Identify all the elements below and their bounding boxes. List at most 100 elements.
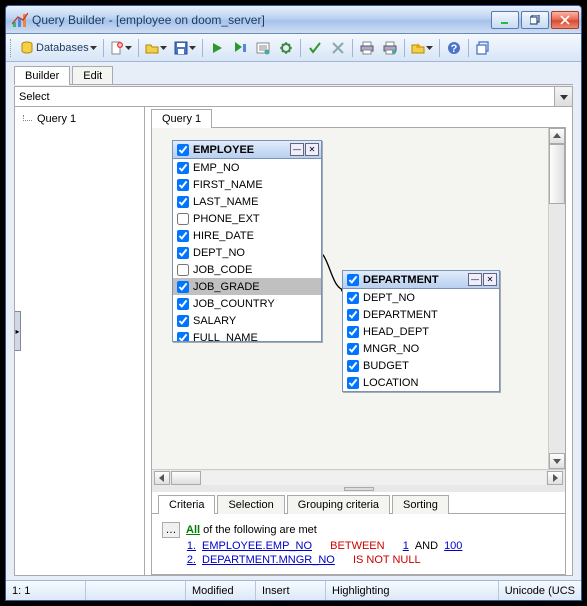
field-checkbox[interactable] — [177, 264, 189, 276]
field-row[interactable]: EMP_NO — [173, 159, 321, 176]
criteria-value[interactable]: 1 — [403, 540, 409, 552]
field-label: JOB_GRADE — [193, 281, 260, 293]
close-button[interactable] — [551, 11, 579, 29]
cancel-icon[interactable] — [327, 37, 349, 59]
new-button[interactable] — [107, 37, 135, 59]
criteria-field-link[interactable]: DEPARTMENT.MNGR_NO — [202, 554, 335, 566]
field-row[interactable]: FIRST_NAME — [173, 176, 321, 193]
tab-grouping[interactable]: Grouping criteria — [287, 495, 390, 514]
field-checkbox[interactable] — [177, 213, 189, 225]
field-checkbox[interactable] — [347, 377, 359, 389]
scroll-down-icon[interactable] — [549, 453, 565, 469]
table-header[interactable]: EMPLOYEE — ✕ — [173, 141, 321, 159]
table-employee[interactable]: EMPLOYEE — ✕ EMP_NO FIRST_NAME LAST_NAME PH… — [172, 140, 322, 342]
table-close-icon[interactable]: ✕ — [305, 143, 319, 156]
table-checkall[interactable] — [177, 144, 189, 156]
field-checkbox[interactable] — [347, 326, 359, 338]
field-checkbox[interactable] — [177, 162, 189, 174]
field-label: MNGR_NO — [363, 343, 419, 355]
favorites-button[interactable] — [408, 37, 436, 59]
table-close-icon[interactable]: ✕ — [483, 273, 497, 286]
tab-edit[interactable]: Edit — [72, 66, 113, 85]
field-row[interactable]: LAST_NAME — [173, 193, 321, 210]
field-row[interactable]: FULL_NAME — [173, 329, 321, 341]
gear-icon[interactable] — [275, 37, 297, 59]
side-expander[interactable]: ▸ — [15, 311, 21, 351]
field-checkbox[interactable] — [177, 315, 189, 327]
toolbar-grip[interactable] — [10, 39, 14, 57]
tab-selection[interactable]: Selection — [217, 495, 284, 514]
criteria-field-link[interactable]: EMPLOYEE.EMP_NO — [202, 540, 312, 552]
criteria-index[interactable]: 2. — [182, 554, 196, 566]
toolbar: Databases ? — [6, 34, 581, 62]
criteria-index[interactable]: 1. — [182, 540, 196, 552]
help-button[interactable]: ? — [443, 37, 465, 59]
criteria-value[interactable]: 100 — [444, 540, 462, 552]
field-label: FIRST_NAME — [193, 179, 263, 191]
field-checkbox[interactable] — [347, 292, 359, 304]
run2-button[interactable] — [229, 37, 251, 59]
inner-tab-query1[interactable]: Query 1 — [151, 109, 212, 128]
field-label: DEPT_NO — [193, 247, 245, 259]
field-row[interactable]: DEPT_NO — [343, 289, 499, 306]
table-min-icon[interactable]: — — [290, 143, 304, 156]
scroll-up-icon[interactable] — [549, 128, 565, 144]
print-button[interactable] — [356, 37, 378, 59]
field-row[interactable]: MNGR_NO — [343, 340, 499, 357]
tab-builder[interactable]: Builder — [14, 66, 70, 85]
criteria-operator[interactable]: IS NOT NULL — [353, 554, 421, 566]
diagram-canvas[interactable]: EMPLOYEE — ✕ EMP_NO FIRST_NAME LAST_NAME PH… — [152, 128, 565, 469]
plan-button[interactable] — [252, 37, 274, 59]
check-icon[interactable] — [304, 37, 326, 59]
field-checkbox[interactable] — [177, 298, 189, 310]
field-checkbox[interactable] — [177, 230, 189, 242]
table-min-icon[interactable]: — — [468, 273, 482, 286]
field-row[interactable]: HIRE_DATE — [173, 227, 321, 244]
field-label: LAST_NAME — [193, 196, 258, 208]
criteria-all-link[interactable]: All — [186, 524, 200, 536]
select-bar[interactable]: Select — [15, 87, 572, 107]
field-checkbox[interactable] — [177, 332, 189, 342]
horizontal-scrollbar[interactable] — [152, 469, 565, 486]
field-checkbox[interactable] — [177, 247, 189, 259]
scroll-left-icon[interactable] — [154, 471, 170, 485]
print2-button[interactable] — [379, 37, 401, 59]
scroll-thumb[interactable] — [549, 144, 565, 204]
field-row[interactable]: HEAD_DEPT — [343, 323, 499, 340]
table-checkall[interactable] — [347, 274, 359, 286]
open-button[interactable] — [142, 37, 170, 59]
save-button[interactable] — [171, 37, 199, 59]
tab-sorting[interactable]: Sorting — [392, 495, 449, 514]
table-department[interactable]: DEPARTMENT — ✕ DEPT_NODEPARTMENTHEAD_DEP… — [342, 270, 500, 392]
field-checkbox[interactable] — [347, 343, 359, 355]
field-checkbox[interactable] — [177, 196, 189, 208]
field-row[interactable]: BUDGET — [343, 357, 499, 374]
field-row[interactable]: JOB_GRADE — [173, 278, 321, 295]
scroll-right-icon[interactable] — [547, 471, 563, 485]
field-checkbox[interactable] — [347, 360, 359, 372]
tab-criteria[interactable]: Criteria — [158, 495, 215, 514]
run-button[interactable] — [206, 37, 228, 59]
tree-item-query1[interactable]: Query 1 — [19, 111, 140, 127]
field-row[interactable]: JOB_CODE — [173, 261, 321, 278]
minimize-button[interactable] — [491, 11, 519, 29]
databases-button[interactable]: Databases — [17, 37, 100, 59]
field-checkbox[interactable] — [347, 309, 359, 321]
restore-child-button[interactable] — [472, 37, 494, 59]
criteria-add-button[interactable]: … — [162, 522, 180, 538]
restore-button[interactable] — [521, 11, 549, 29]
select-label: Select — [19, 91, 50, 103]
vertical-scrollbar[interactable] — [548, 128, 565, 469]
field-row[interactable]: DEPT_NO — [173, 244, 321, 261]
field-row[interactable]: SALARY — [173, 312, 321, 329]
field-row[interactable]: LOCATION — [343, 374, 499, 391]
field-checkbox[interactable] — [177, 281, 189, 293]
field-row[interactable]: JOB_COUNTRY — [173, 295, 321, 312]
field-row[interactable]: PHONE_EXT — [173, 210, 321, 227]
scroll-thumb[interactable] — [171, 471, 201, 485]
field-checkbox[interactable] — [177, 179, 189, 191]
select-dropdown-button[interactable] — [554, 87, 572, 106]
field-row[interactable]: DEPARTMENT — [343, 306, 499, 323]
table-header[interactable]: DEPARTMENT — ✕ — [343, 271, 499, 289]
criteria-operator[interactable]: BETWEEN — [330, 540, 384, 552]
